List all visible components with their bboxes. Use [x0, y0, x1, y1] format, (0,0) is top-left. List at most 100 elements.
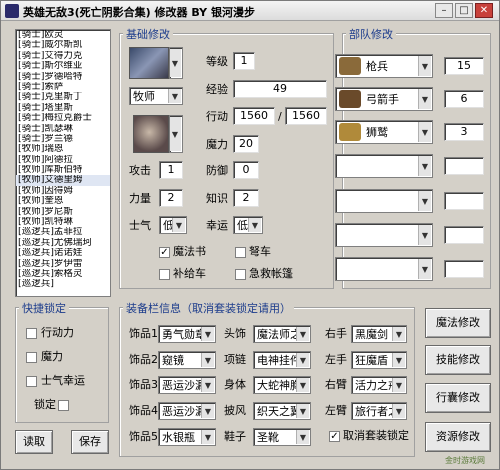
- hero-list-item[interactable]: [骑士]克里斯丁: [16, 92, 110, 102]
- lock-mana-checkbox[interactable]: [26, 352, 37, 363]
- spellbook-checkbox[interactable]: ✓: [159, 247, 170, 258]
- hero-list-item[interactable]: [牧师]库斯伯特: [16, 165, 110, 175]
- cancel-set-lock-checkbox[interactable]: ✓: [329, 431, 340, 442]
- exp-input[interactable]: 49: [233, 80, 327, 98]
- magic-modify-button[interactable]: 魔法修改: [425, 308, 491, 338]
- army-unit-select[interactable]: 枪兵 ▼: [335, 54, 433, 78]
- chevron-down-icon: ▼: [296, 430, 309, 444]
- hero-list-item[interactable]: [骑士]塔里斯: [16, 103, 110, 113]
- maximize-button[interactable]: □: [455, 3, 473, 18]
- power-input[interactable]: 2: [159, 189, 183, 207]
- hero-list-item[interactable]: [牧师]瑞恩: [16, 144, 110, 154]
- equip-slot-select[interactable]: 水银瓶 ▼: [158, 428, 216, 446]
- army-unit-select[interactable]: ▼: [335, 257, 433, 281]
- chevron-down-icon: ▼: [392, 327, 405, 341]
- hero-list-item[interactable]: [骑士]凯瑟琳: [16, 124, 110, 134]
- army-count-input[interactable]: [444, 192, 484, 210]
- army-group-label: 部队修改: [346, 26, 396, 42]
- equip-slot-select[interactable]: 织天之翼▼: [253, 402, 311, 420]
- equip-slot-select[interactable]: 电神挂件▼: [253, 351, 311, 369]
- hero-list-item[interactable]: [巡逻兵]索格灵: [16, 269, 110, 279]
- army-count-input[interactable]: 15: [444, 57, 484, 75]
- hero-list-item[interactable]: [骑士]威尔斯凯: [16, 40, 110, 50]
- quick-lock-label: 快捷锁定: [19, 300, 69, 316]
- hero-list-item[interactable]: [骑士]索萨: [16, 82, 110, 92]
- equip-slot-select[interactable]: 大蛇神胸甲▼: [253, 376, 311, 394]
- skill-modify-button[interactable]: 技能修改: [425, 345, 491, 375]
- hero-list-item[interactable]: [骑士]艾得力克: [16, 51, 110, 61]
- hero-list-item[interactable]: [牧师]奎恩: [16, 196, 110, 206]
- hero-list-item[interactable]: [骑士]斯尔维亚: [16, 61, 110, 71]
- hero-list-item[interactable]: [牧师]艾德里姆: [16, 175, 110, 186]
- ballista-checkbox[interactable]: [235, 247, 246, 258]
- hero-list-item[interactable]: [牧师]凯特琳: [16, 217, 110, 227]
- hero-list-item[interactable]: [巡逻兵]: [16, 279, 110, 289]
- equip-slot-select[interactable]: 黑魔剑 ▼: [351, 325, 407, 343]
- hero-class-select[interactable]: 牧师 ▼: [129, 87, 183, 105]
- equip-slot-label: 左臂: [325, 404, 347, 417]
- resource-modify-button[interactable]: 资源修改: [425, 422, 491, 452]
- hero-list-item[interactable]: [骑士]罗德哈特: [16, 72, 110, 82]
- hero-list-item[interactable]: [骑士]罗兰德: [16, 134, 110, 144]
- ammo-cart-checkbox[interactable]: [159, 269, 170, 280]
- move-label: 行动: [206, 110, 228, 123]
- army-unit-select[interactable]: ▼: [335, 154, 433, 178]
- lock-move-checkbox[interactable]: [26, 328, 37, 339]
- morale-select[interactable]: 低 ▼: [159, 216, 187, 234]
- knowledge-label: 知识: [206, 192, 228, 205]
- chevron-down-icon: ▼: [418, 191, 431, 211]
- level-input[interactable]: 1: [233, 52, 255, 70]
- hero-list-item[interactable]: [巡逻兵]诺诺娃: [16, 248, 110, 258]
- army-count-input[interactable]: [444, 226, 484, 244]
- equip-slot-select[interactable]: 圣靴 ▼: [253, 428, 311, 446]
- defense-input[interactable]: 0: [233, 161, 259, 179]
- hero-list-item[interactable]: [牧师]阿德拉: [16, 155, 110, 165]
- chevron-down-icon: ▼: [201, 327, 214, 341]
- save-button[interactable]: 保存: [71, 430, 109, 454]
- army-unit-select[interactable]: 弓箭手 ▼: [335, 87, 433, 111]
- luck-value: 低: [237, 219, 248, 232]
- hero-list-item[interactable]: [巡逻兵]孟菲拉: [16, 227, 110, 237]
- hero-list-item[interactable]: [骑士]欧灵: [16, 30, 110, 40]
- equip-slot-select[interactable]: 旅行者之戒▼: [351, 402, 407, 420]
- hero-list-item[interactable]: [巡逻兵]罗伊雷: [16, 259, 110, 269]
- equip-slot-select[interactable]: 魔法师之帽▼: [253, 325, 311, 343]
- army-count-input[interactable]: 6: [444, 90, 484, 108]
- mana-input[interactable]: 20: [233, 135, 259, 153]
- attack-input[interactable]: 1: [159, 161, 183, 179]
- equip-slot-select[interactable]: 窥镜 ▼: [158, 351, 216, 369]
- hero-list[interactable]: [骑士]欧灵 [骑士]威尔斯凯 [骑士]艾得力克 [骑士]斯尔维亚 [骑士]罗德哈特 [骑…: [15, 29, 111, 297]
- equip-slot-value: 织天之翼: [257, 405, 296, 418]
- hero-list-item[interactable]: [巡逻兵]尤佛瑞珂: [16, 238, 110, 248]
- equip-slot-select[interactable]: 活力之戒▼: [351, 376, 407, 394]
- army-unit-select[interactable]: 狮鹫 ▼: [335, 120, 433, 144]
- equip-slot-select[interactable]: 恶运沙漏▼: [158, 376, 216, 394]
- lock-checkbox[interactable]: [58, 400, 69, 411]
- equip-slot-select[interactable]: 恶运沙漏▼: [158, 402, 216, 420]
- move-current-input[interactable]: 1560: [233, 107, 275, 125]
- army-unit-select[interactable]: ▼: [335, 189, 433, 213]
- equip-slot-select[interactable]: 勇气勋章▼: [158, 325, 216, 343]
- hero-list-item[interactable]: [骑士]梅拉克爵士: [16, 113, 110, 123]
- minimize-button[interactable]: –: [435, 3, 453, 18]
- portrait-dropdown[interactable]: ▼: [169, 47, 183, 79]
- army-unit-select[interactable]: ▼: [335, 223, 433, 247]
- move-max-input[interactable]: 1560: [285, 107, 327, 125]
- equip-slot-select[interactable]: 狂魔盾 ▼: [351, 351, 407, 369]
- army-count-input[interactable]: [444, 260, 484, 278]
- knowledge-input[interactable]: 2: [233, 189, 259, 207]
- hero-list-item[interactable]: [牧师]罗尼斯: [16, 207, 110, 217]
- hero-list-item[interactable]: [牧师]因得姆: [16, 186, 110, 196]
- specialty-dropdown[interactable]: ▼: [169, 115, 183, 153]
- army-count-input[interactable]: 3: [444, 123, 484, 141]
- close-button[interactable]: ✕: [475, 3, 493, 18]
- defense-label: 防御: [206, 164, 228, 177]
- backpack-modify-button[interactable]: 行囊修改: [425, 383, 491, 413]
- army-count-input[interactable]: [444, 157, 484, 175]
- lock-morale-luck-checkbox[interactable]: [26, 376, 37, 387]
- chevron-down-icon: ▼: [392, 378, 405, 392]
- chevron-down-icon: ▼: [201, 404, 214, 418]
- first-aid-checkbox[interactable]: [235, 269, 246, 280]
- luck-select[interactable]: 低 ▼: [233, 216, 263, 234]
- load-button[interactable]: 读取: [15, 430, 53, 454]
